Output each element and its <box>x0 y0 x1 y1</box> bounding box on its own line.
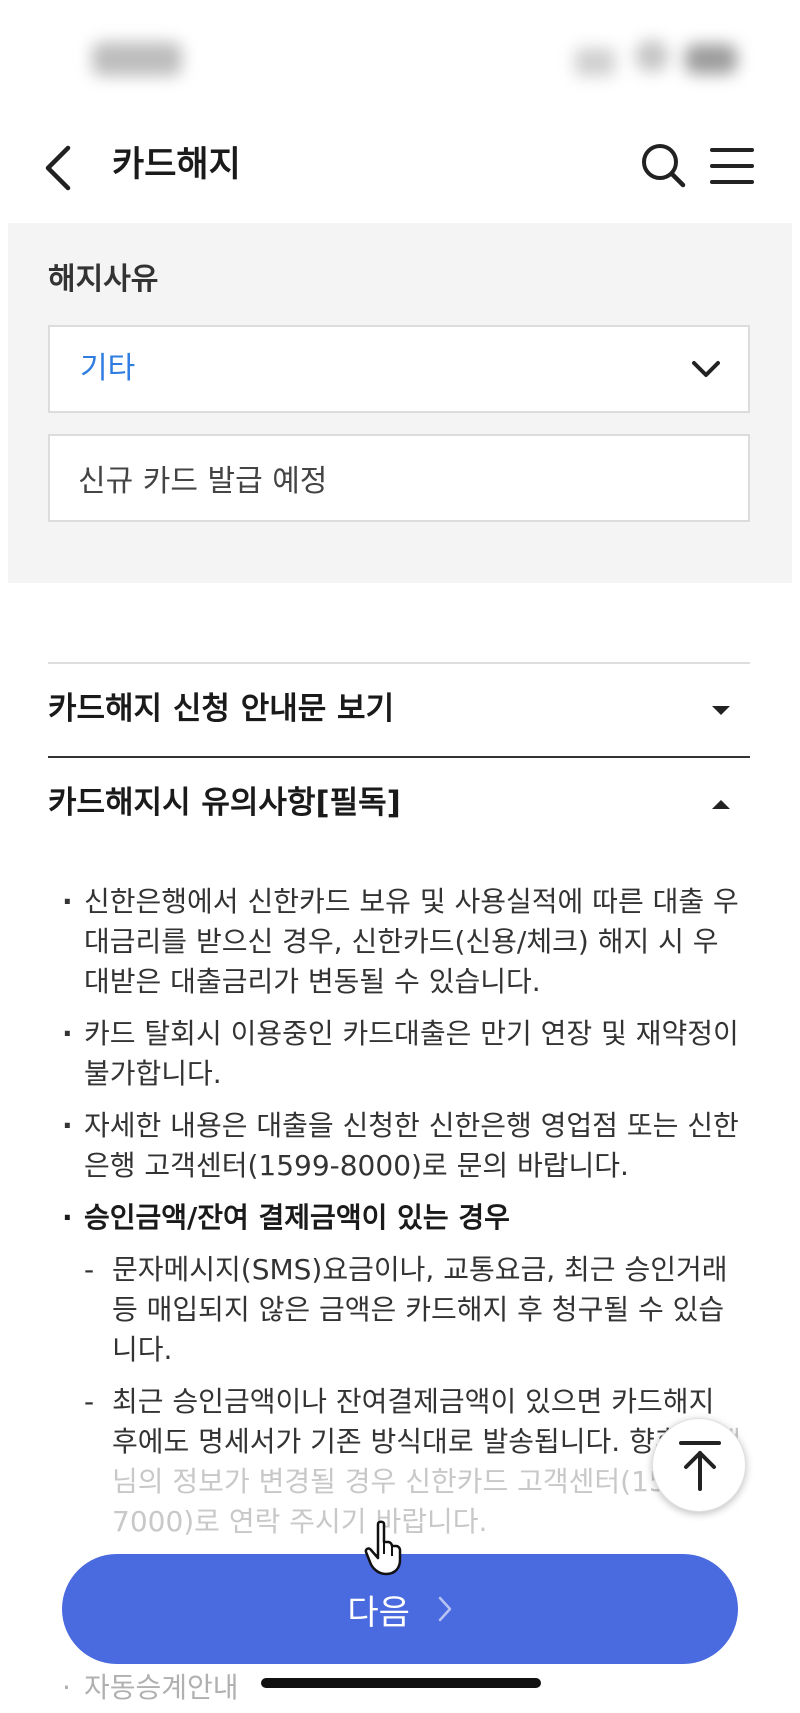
scroll-to-top-button[interactable] <box>652 1418 746 1512</box>
menu-icon[interactable] <box>710 146 754 186</box>
page-title: 카드해지 <box>112 145 241 185</box>
reason-label: 해지사유 <box>48 262 159 297</box>
triangle-down-icon[interactable] <box>712 706 730 715</box>
divider <box>48 662 750 664</box>
home-indicator <box>261 1678 541 1688</box>
status-time <box>92 42 182 76</box>
battery-icon <box>685 44 737 74</box>
chevron-down-icon <box>692 361 720 377</box>
arrow-up-icon <box>679 1441 721 1491</box>
notice-item: 신한은행에서 신한카드 보유 및 사용실적에 따른 대출 우대금리를 받으신 경… <box>62 882 742 1002</box>
triangle-up-icon[interactable] <box>712 800 730 809</box>
signal-icon <box>575 48 615 76</box>
notice-content: 신한은행에서 신한카드 보유 및 사용실적에 따른 대출 우대금리를 받으신 경… <box>62 882 742 1554</box>
accordion-notice-toggle[interactable]: 카드해지시 유의사항[필독] <box>48 780 401 826</box>
search-icon[interactable] <box>638 140 688 190</box>
back-arrow-icon[interactable] <box>40 144 80 192</box>
wifi-icon <box>635 40 669 72</box>
header: 카드해지 <box>0 110 800 220</box>
notice-subitem-text: 최근 승인금액이나 잔여결제금액이 있으면 카드해지 후에도 명세서가 기존 방… <box>112 1385 715 1458</box>
notice-subitem: 문자메시지(SMS)요금이나, 교통요금, 최근 승인거래 등 매입되지 않은 … <box>62 1250 742 1370</box>
chevron-right-icon <box>438 1596 451 1622</box>
reason-select[interactable]: 기타 <box>48 325 750 413</box>
status-bar <box>0 0 800 110</box>
reason-select-value: 기타 <box>80 351 136 386</box>
notice-item: 카드 탈회시 이용중인 카드대출은 만기 연장 및 재약정이 불가합니다. <box>62 1014 742 1094</box>
next-button-label: 다음 <box>347 1592 410 1633</box>
notice-item: 자세한 내용은 대출을 신청한 신한은행 영업점 또는 신한은행 고객센터(15… <box>62 1106 742 1186</box>
accordion-guide-toggle[interactable]: 카드해지 신청 안내문 보기 <box>48 686 394 732</box>
divider <box>48 756 750 758</box>
hand-pointer-icon <box>364 1520 402 1576</box>
reason-detail-input[interactable] <box>48 434 750 522</box>
notice-item: 자동승계안내 <box>62 1668 239 1708</box>
notice-item-heading: 승인금액/잔여 결제금액이 있는 경우 <box>62 1198 742 1238</box>
notice-subitem: 최근 승인금액이나 잔여결제금액이 있으면 카드해지 후에도 명세서가 기존 방… <box>62 1382 742 1542</box>
